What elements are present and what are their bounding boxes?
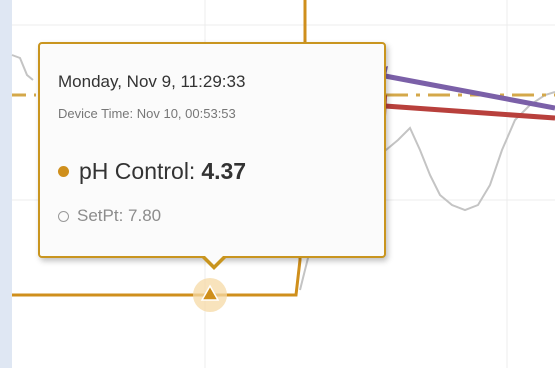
purple-arrow-shaft (384, 73, 555, 111)
hollow-dot-icon (58, 210, 69, 222)
tooltip-series-row: pH Control: 4.37 (58, 158, 246, 185)
tooltip-pointer (200, 254, 228, 270)
tooltip-device-time: Device Time: Nov 10, 00:53:53 (58, 106, 236, 121)
annotation-arrow-red (366, 95, 555, 121)
tooltip-series-name: pH Control: (79, 158, 196, 184)
red-arrow-shaft (384, 103, 555, 121)
filled-dot-icon (58, 166, 69, 177)
tooltip-setpoint: SetPt: 7.80 (77, 206, 162, 225)
tooltip-series-value: 4.37 (201, 158, 247, 184)
tooltip-date: Monday, Nov 9, 11:29:33 (58, 72, 246, 91)
annotation-arrow-purple (366, 66, 555, 111)
tooltip-setpoint-row: SetPt: 7.80 (58, 206, 161, 226)
chart-tooltip: Monday, Nov 9, 11:29:33 Device Time: Nov… (38, 42, 386, 270)
secondary-series-line (11, 54, 34, 81)
